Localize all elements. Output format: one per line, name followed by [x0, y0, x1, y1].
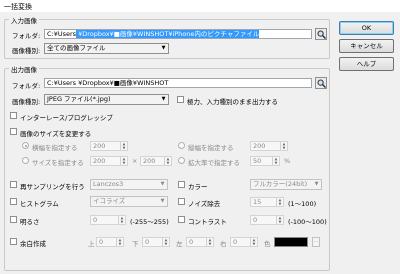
contrast-input[interactable]: 0 ▲ ▼: [250, 215, 284, 225]
spinner-arrows-icon: ▲ ▼: [116, 238, 123, 246]
chevron-down-icon: ▼: [160, 181, 165, 187]
margin-top-label: 上: [88, 240, 95, 248]
size-label: サイズを指定する: [32, 159, 84, 167]
noise-input[interactable]: 15 ▲ ▼: [250, 197, 284, 207]
histogram-label: ヒストグラム: [20, 200, 59, 208]
color-checkbox[interactable]: [178, 181, 185, 188]
chevron-down-icon: ▼: [161, 96, 166, 102]
brightness-range: (-255〜255): [130, 218, 169, 226]
scale-label: 拡大率で指定する: [188, 159, 240, 167]
magnifier-icon: [317, 79, 326, 88]
cancel-button[interactable]: キャンセル: [339, 39, 394, 53]
margin-color-swatch[interactable]: [274, 237, 308, 247]
margin-color-label: 色: [264, 240, 271, 248]
margin-left-input[interactable]: 0 ▲ ▼: [186, 237, 214, 247]
resample-checkbox[interactable]: [10, 181, 17, 188]
keep-input-type-checkbox[interactable]: [177, 96, 184, 103]
resize-label: 画像のサイズを変更する: [20, 130, 92, 138]
height-label: 縦幅を指定する: [188, 144, 234, 152]
noise-range: (1〜100): [288, 200, 317, 208]
scale-unit: %: [284, 157, 291, 165]
resize-checkbox[interactable]: [10, 128, 17, 135]
input-browse-button[interactable]: [315, 28, 327, 40]
chevron-down-icon: ▼: [161, 45, 166, 51]
help-button[interactable]: ヘルプ: [339, 57, 394, 71]
spinner-arrows-icon: ▲ ▼: [162, 238, 169, 246]
height-radio[interactable]: [178, 142, 185, 149]
batch-convert-dialog: 一括変換 入力画像 フォルダ: C:¥Users ¥Dropbox¥■画像¥WIN…: [0, 0, 400, 274]
spinner-arrows-icon: ▲ ▼: [206, 238, 213, 246]
margin-right-label: 右: [220, 240, 227, 248]
output-type-label: 画像種別:: [12, 98, 41, 106]
input-type-select[interactable]: 全ての画像ファイル ▼: [44, 43, 169, 54]
noise-checkbox[interactable]: [178, 198, 185, 205]
title-bar: 一括変換: [0, 0, 400, 12]
input-folder-label: フォルダ:: [12, 32, 41, 40]
window-title: 一括変換: [4, 3, 32, 11]
noise-label: ノイズ除去: [188, 200, 221, 208]
spinner-arrows-icon: ▲ ▼: [120, 142, 127, 150]
spinner-arrows-icon: ▲ ▼: [120, 157, 127, 165]
brightness-label: 明るさ: [20, 218, 40, 226]
output-folder-label: フォルダ:: [12, 82, 41, 90]
margin-color-picker-button[interactable]: ...: [312, 237, 320, 247]
output-group-title: 出力画像: [9, 64, 39, 74]
brightness-checkbox[interactable]: [10, 216, 17, 223]
width-radio[interactable]: [22, 142, 29, 149]
input-folder-field[interactable]: C:¥Users ¥Dropbox¥■画像¥WINSHOT¥iPhone内のピクチ…: [44, 29, 312, 39]
ok-button[interactable]: OK: [339, 21, 394, 35]
size-height-input[interactable]: 200 ▲ ▼: [140, 156, 172, 166]
margin-left-label: 左: [176, 240, 183, 248]
spinner-arrows-icon: ▲ ▼: [280, 142, 287, 150]
output-type-select[interactable]: JPEG ファイル(*.jpg) ▼: [44, 94, 169, 105]
input-folder-selected-text: ¥Dropbox¥■画像¥WINSHOT¥iPhone内のピクチャファイル: [76, 30, 260, 38]
margin-bottom-input[interactable]: 0 ▲ ▼: [142, 237, 170, 247]
margin-checkbox[interactable]: [10, 238, 17, 245]
margin-label: 余白作成: [20, 240, 46, 248]
chevron-down-icon: ▼: [160, 198, 165, 204]
keep-input-type-label: 極力、入力種別のまま出力する: [187, 98, 278, 106]
output-browse-button[interactable]: [315, 77, 327, 89]
scale-radio[interactable]: [178, 157, 185, 164]
spinner-arrows-icon: ▲ ▼: [276, 216, 283, 224]
height-input[interactable]: 200 ▲ ▼: [250, 141, 288, 151]
color-select[interactable]: フルカラー(24bit) ▼: [250, 179, 322, 190]
size-width-input[interactable]: 200 ▲ ▼: [90, 156, 128, 166]
size-times-sign: ×: [132, 157, 138, 165]
size-radio[interactable]: [22, 157, 29, 164]
input-group-title: 入力画像: [9, 15, 39, 25]
spinner-arrows-icon: ▲ ▼: [250, 238, 257, 246]
margin-top-input[interactable]: 0 ▲ ▼: [96, 237, 124, 247]
contrast-range: (-100〜100): [288, 218, 327, 226]
color-label: カラー: [188, 183, 208, 191]
contrast-label: コントラスト: [188, 218, 227, 226]
chevron-down-icon: ▼: [314, 181, 319, 187]
spinner-arrows-icon: ▲ ▼: [164, 157, 171, 165]
resample-label: 再サンプリングを行う: [20, 183, 85, 191]
brightness-input[interactable]: 0 ▲ ▼: [90, 215, 126, 225]
margin-bottom-label: 下: [132, 240, 139, 248]
interlace-label: インターレース/プログレッシブ: [20, 114, 113, 122]
width-label: 横幅を指定する: [32, 144, 78, 152]
histogram-select[interactable]: イコライズ ▼: [90, 196, 168, 207]
interlace-checkbox[interactable]: [10, 112, 17, 119]
magnifier-icon: [317, 30, 326, 39]
spinner-arrows-icon: ▲ ▼: [276, 198, 283, 206]
scale-input[interactable]: 50 ▲ ▼: [250, 156, 280, 166]
spinner-arrows-icon: ▲ ▼: [272, 157, 279, 165]
spinner-arrows-icon: ▲ ▼: [118, 216, 125, 224]
width-input[interactable]: 200 ▲ ▼: [90, 141, 128, 151]
resample-select[interactable]: Lanczos3 ▼: [90, 179, 168, 190]
contrast-checkbox[interactable]: [178, 216, 185, 223]
margin-right-input[interactable]: 0 ▲ ▼: [230, 237, 258, 247]
histogram-checkbox[interactable]: [10, 198, 17, 205]
output-folder-field[interactable]: C:¥Users ¥Dropbox¥■画像¥WINSHOT: [44, 78, 312, 88]
input-type-label: 画像種別:: [12, 47, 41, 55]
